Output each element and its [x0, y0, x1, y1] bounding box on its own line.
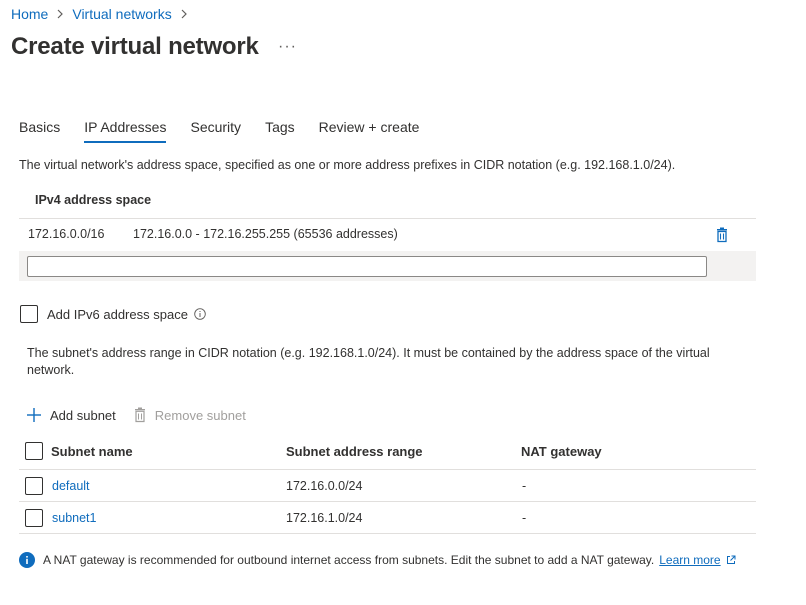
chevron-right-icon	[180, 9, 188, 19]
tab-ip-addresses[interactable]: IP Addresses	[84, 119, 167, 143]
external-link-icon	[726, 555, 736, 564]
info-icon[interactable]	[194, 308, 206, 320]
tab-basics[interactable]: Basics	[19, 119, 60, 143]
nat-info-note: A NAT gateway is recommended for outboun…	[19, 552, 736, 568]
delete-address-space-button[interactable]	[714, 227, 730, 243]
column-header-subnet-name: Subnet name	[51, 444, 133, 459]
address-space-row: 172.16.0.0/16 172.16.0.0 - 172.16.255.25…	[28, 227, 398, 241]
add-subnet-label: Add subnet	[50, 407, 116, 423]
subnet-description: The subnet's address range in CIDR notat…	[27, 346, 710, 377]
breadcrumb-home-link[interactable]: Home	[11, 6, 48, 22]
new-address-space-input[interactable]	[27, 256, 707, 277]
more-options-button[interactable]: ···	[278, 38, 297, 56]
chevron-right-icon	[56, 9, 64, 19]
trash-icon	[717, 227, 727, 243]
learn-more-link[interactable]: Learn more	[659, 553, 720, 567]
tab-bar: Basics IP Addresses Security Tags Review…	[19, 119, 443, 143]
ipv4-column-header: IPv4 address space	[35, 193, 152, 207]
plus-icon	[27, 408, 41, 422]
divider	[19, 533, 756, 534]
address-space-description: The virtual network's address space, spe…	[19, 158, 676, 172]
remove-subnet-button[interactable]: Remove subnet	[133, 407, 246, 423]
divider	[19, 501, 756, 502]
nat-gateway-value: -	[522, 479, 527, 493]
nat-note-text: A NAT gateway is recommended for outboun…	[43, 553, 655, 567]
trash-icon	[134, 407, 145, 423]
subnet-name-link[interactable]: default	[52, 479, 90, 493]
ipv6-label: Add IPv6 address space	[47, 306, 188, 322]
breadcrumb-virtual-networks-link[interactable]: Virtual networks	[72, 6, 171, 22]
tab-security[interactable]: Security	[190, 119, 241, 143]
nat-gateway-value: -	[522, 511, 527, 525]
address-prefix: 172.16.0.0/16	[28, 227, 105, 241]
divider	[19, 218, 756, 219]
tab-review-create[interactable]: Review + create	[319, 119, 420, 143]
info-icon	[19, 552, 35, 568]
subnet-name-link[interactable]: subnet1	[52, 511, 96, 525]
select-all-subnets-checkbox[interactable]	[25, 442, 43, 460]
add-subnet-button[interactable]: Add subnet	[26, 407, 116, 423]
divider	[19, 469, 756, 470]
column-header-subnet-range: Subnet address range	[286, 444, 423, 459]
breadcrumb: Home Virtual networks	[11, 6, 190, 22]
subnet-address-range: 172.16.1.0/24	[286, 511, 363, 525]
new-address-space-row	[19, 251, 756, 281]
remove-subnet-label: Remove subnet	[154, 407, 246, 423]
subnet-row-checkbox[interactable]	[25, 509, 43, 527]
tab-tags[interactable]: Tags	[265, 119, 295, 143]
ipv6-checkbox[interactable]	[20, 305, 38, 323]
ipv6-option: Add IPv6 address space	[20, 305, 206, 323]
subnet-toolbar: Add subnet Remove subnet	[26, 407, 246, 423]
subnet-address-range: 172.16.0.0/24	[286, 479, 363, 493]
address-range: 172.16.0.0 - 172.16.255.255 (65536 addre…	[133, 227, 398, 241]
subnet-row-checkbox[interactable]	[25, 477, 43, 495]
page-title: Create virtual network	[11, 33, 259, 60]
column-header-nat-gateway: NAT gateway	[521, 444, 602, 459]
